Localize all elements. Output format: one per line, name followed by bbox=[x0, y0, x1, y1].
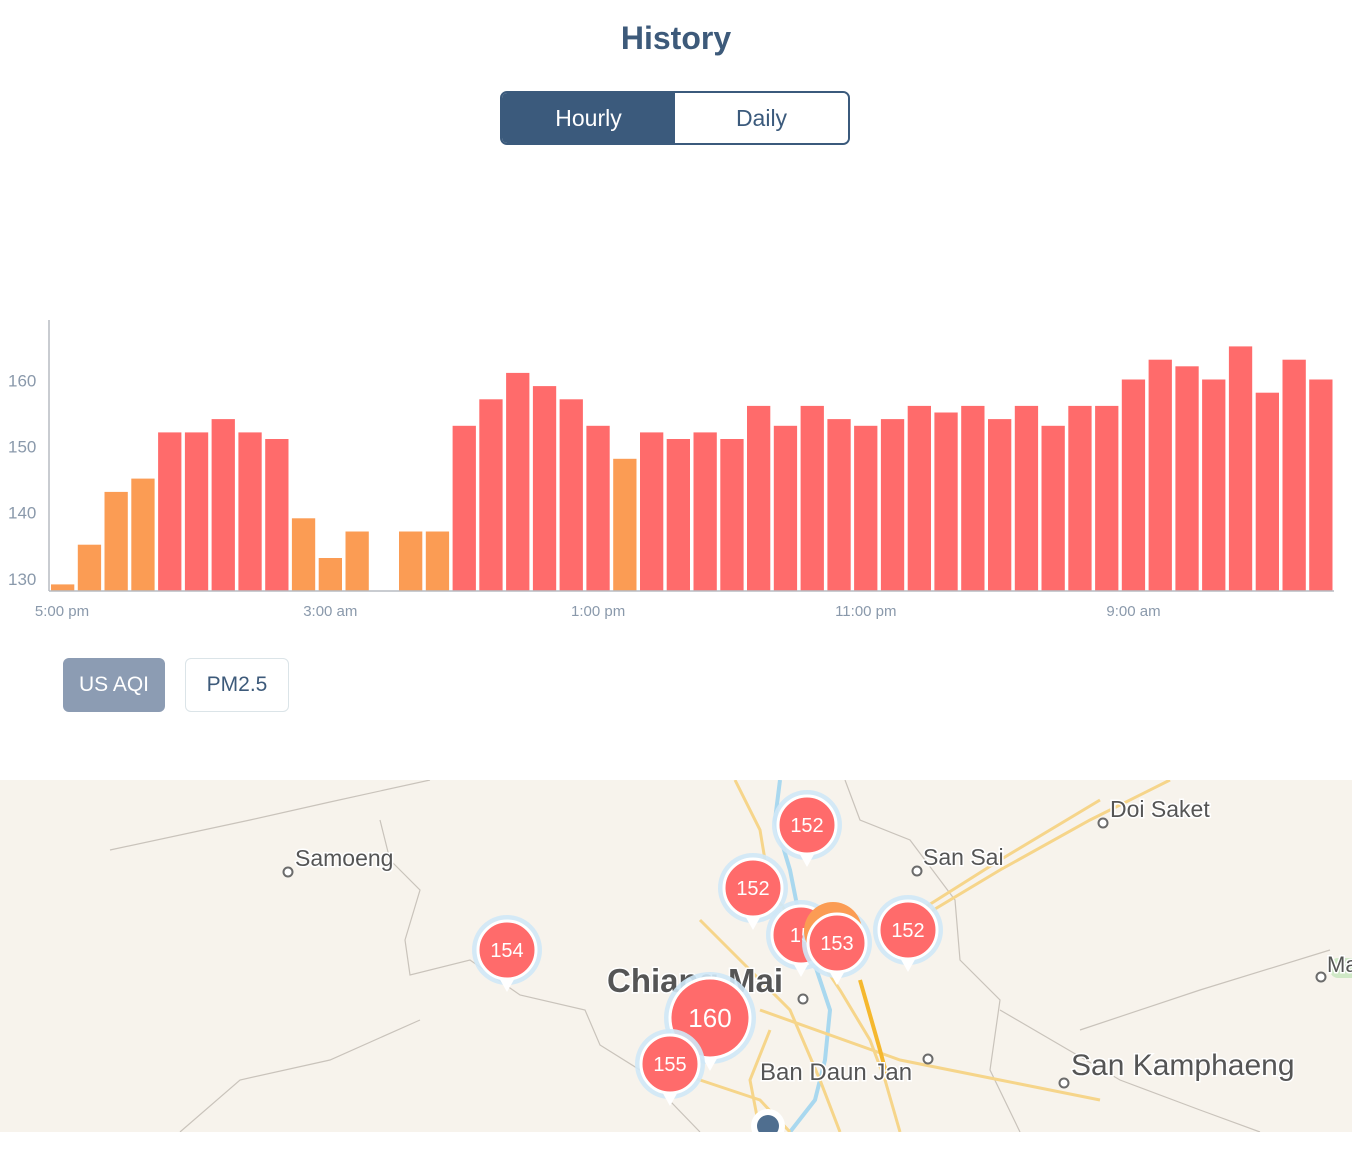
bar[interactable] bbox=[1148, 359, 1172, 591]
y-tick-label: 150 bbox=[8, 438, 36, 457]
bar[interactable] bbox=[291, 518, 316, 591]
marker-value: 155 bbox=[653, 1054, 686, 1076]
bar[interactable] bbox=[827, 419, 851, 591]
bar[interactable] bbox=[452, 425, 476, 591]
aqi-marker[interactable]: 155 bbox=[635, 1029, 705, 1106]
bar[interactable] bbox=[238, 432, 262, 591]
marker-value: 152 bbox=[790, 815, 823, 837]
bar[interactable] bbox=[131, 478, 155, 591]
aqi-marker[interactable]: 152 bbox=[772, 790, 842, 867]
bar[interactable] bbox=[51, 584, 75, 591]
bar[interactable] bbox=[158, 432, 182, 591]
bar[interactable] bbox=[532, 386, 557, 591]
place-label: San Sai bbox=[923, 844, 1004, 870]
bar[interactable] bbox=[640, 432, 664, 591]
place-dot bbox=[282, 866, 294, 878]
marker-value: 153 bbox=[820, 933, 853, 955]
district-border bbox=[1079, 949, 1331, 1031]
bar[interactable] bbox=[425, 531, 450, 592]
x-tick-label: 5:00 pm bbox=[35, 603, 89, 620]
aqi-marker[interactable]: 154 bbox=[472, 915, 542, 992]
x-tick-label: 3:00 am bbox=[303, 603, 357, 620]
bar[interactable] bbox=[1309, 379, 1333, 592]
bar[interactable] bbox=[800, 405, 824, 591]
place-label: Samoeng bbox=[295, 845, 393, 871]
bar[interactable] bbox=[1282, 359, 1306, 591]
x-tick-label: 9:00 am bbox=[1106, 603, 1160, 620]
bar[interactable] bbox=[318, 558, 342, 591]
bar[interactable] bbox=[184, 432, 209, 591]
bar[interactable] bbox=[479, 399, 503, 591]
y-tick-label: 130 bbox=[8, 570, 36, 589]
aqi-marker[interactable]: 152 bbox=[873, 895, 943, 972]
bar[interactable] bbox=[934, 412, 958, 592]
place-dot bbox=[922, 1053, 934, 1065]
place-label: Ma bbox=[1327, 952, 1352, 977]
bar[interactable] bbox=[1228, 346, 1253, 591]
bar[interactable] bbox=[1014, 405, 1039, 591]
marker-value: 154 bbox=[490, 940, 523, 962]
bar[interactable] bbox=[1175, 366, 1199, 591]
bar[interactable] bbox=[854, 425, 878, 591]
bar[interactable] bbox=[211, 419, 235, 591]
y-tick-label: 160 bbox=[8, 371, 36, 390]
aqi-marker[interactable]: 153 bbox=[802, 902, 872, 985]
x-tick-label: 11:00 pm bbox=[835, 603, 896, 620]
bar[interactable] bbox=[961, 405, 985, 591]
bar[interactable] bbox=[1121, 379, 1146, 592]
bar[interactable] bbox=[77, 544, 102, 591]
bottom-spacer bbox=[0, 1132, 1352, 1152]
place-dot bbox=[911, 865, 923, 877]
bar[interactable] bbox=[666, 439, 690, 591]
place-dot bbox=[1097, 817, 1109, 829]
bar[interactable] bbox=[399, 531, 423, 592]
place-label: San Kamphaeng bbox=[1071, 1049, 1295, 1082]
place-dot bbox=[1315, 971, 1327, 983]
district-border bbox=[179, 1019, 421, 1132]
daily-tab[interactable]: Daily bbox=[675, 93, 848, 143]
page-title: History bbox=[620, 20, 732, 56]
bar[interactable] bbox=[586, 425, 610, 591]
us-aqi-button[interactable]: US AQI bbox=[63, 658, 165, 712]
bar[interactable] bbox=[1068, 405, 1092, 591]
place-dot bbox=[1058, 1077, 1070, 1089]
bar[interactable] bbox=[880, 419, 905, 591]
place-label: Ban Daun Jan bbox=[760, 1059, 912, 1086]
pm25-button[interactable]: PM2.5 bbox=[185, 658, 289, 712]
marker-value: 160 bbox=[688, 1003, 731, 1033]
marker-value: 152 bbox=[891, 920, 924, 942]
air-quality-map[interactable]: Samoeng San SaiDoi SaketChiang MaiBan Dau… bbox=[0, 780, 1352, 1132]
x-tick-label: 1:00 pm bbox=[571, 603, 625, 620]
bar[interactable] bbox=[693, 432, 717, 591]
bar[interactable] bbox=[720, 439, 744, 591]
map-layer: Samoeng San SaiDoi SaketChiang MaiBan Dau… bbox=[109, 780, 1352, 1132]
bar[interactable] bbox=[559, 399, 583, 591]
bar[interactable] bbox=[613, 458, 637, 591]
aqi-bar-chart: 130 140 150 160 5:00 pm 3:00 am 1:00 pm 11:00 p… bbox=[8, 320, 1334, 620]
bar[interactable] bbox=[747, 405, 771, 591]
marker-value: 152 bbox=[736, 878, 769, 900]
bar[interactable] bbox=[907, 405, 931, 591]
bar[interactable] bbox=[1095, 405, 1119, 591]
bar[interactable] bbox=[506, 372, 530, 591]
bar[interactable] bbox=[988, 419, 1012, 591]
bar[interactable] bbox=[1255, 392, 1279, 591]
place-label: Doi Saket bbox=[1110, 796, 1210, 822]
bar[interactable] bbox=[1202, 379, 1226, 592]
bar[interactable] bbox=[1041, 425, 1065, 591]
y-tick-label: 140 bbox=[8, 504, 36, 523]
bar[interactable] bbox=[104, 491, 128, 591]
place-dot bbox=[797, 993, 809, 1005]
bar[interactable] bbox=[345, 531, 369, 592]
hourly-tab[interactable]: Hourly bbox=[502, 93, 675, 143]
district-border bbox=[109, 780, 431, 851]
range-toggle: Hourly Daily bbox=[500, 91, 850, 145]
bar[interactable] bbox=[265, 439, 289, 591]
bar[interactable] bbox=[773, 425, 798, 591]
